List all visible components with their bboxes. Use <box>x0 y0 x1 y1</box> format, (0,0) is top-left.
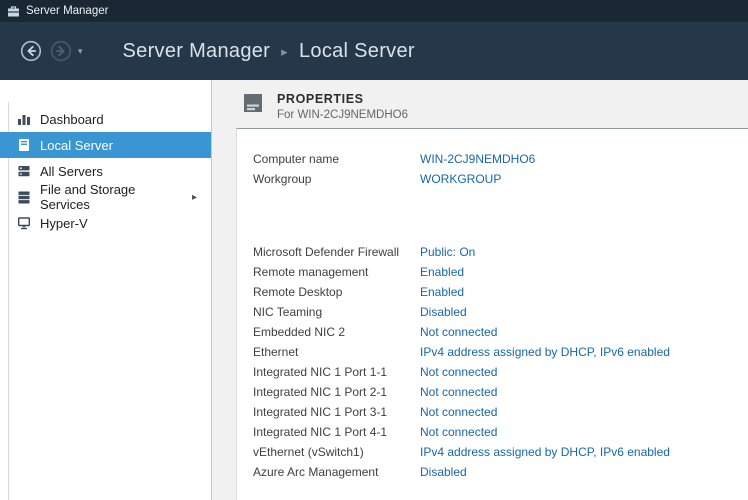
sidebar-item-label: File and Storage Services <box>40 182 183 212</box>
server-manager-window: Server Manager ▾ Server Manager ▸ Local … <box>0 0 748 500</box>
property-value-link[interactable]: Not connected <box>420 365 497 379</box>
property-label: Integrated NIC 1 Port 1-1 <box>253 365 420 379</box>
property-row: Workgroup WORKGROUP <box>253 169 748 189</box>
properties-title: PROPERTIES <box>277 92 408 106</box>
property-row: NIC Teaming Disabled <box>253 302 748 322</box>
property-label: vEthernet (vSwitch1) <box>253 445 420 459</box>
property-label: Integrated NIC 1 Port 3-1 <box>253 405 420 419</box>
titlebar: Server Manager <box>0 0 748 22</box>
property-label: Workgroup <box>253 172 420 186</box>
property-value-link[interactable]: IPv4 address assigned by DHCP, IPv6 enab… <box>420 345 670 359</box>
property-value-link[interactable]: Not connected <box>420 385 497 399</box>
property-row: Integrated NIC 1 Port 3-1 Not connected <box>253 402 748 422</box>
main-content: PROPERTIES For WIN-2CJ9NEMDHO6 Computer … <box>212 80 748 500</box>
sidebar-item-hyper-v[interactable]: Hyper-V <box>0 210 211 236</box>
sidebar-item-label: All Servers <box>40 164 103 179</box>
sidebar-item-file-storage-services[interactable]: File and Storage Services ▸ <box>0 184 211 210</box>
property-row: Integrated NIC 1 Port 1-1 Not connected <box>253 362 748 382</box>
properties-panel: Computer name WIN-2CJ9NEMDHO6 Workgroup … <box>236 128 748 500</box>
property-value-link[interactable]: Disabled <box>420 305 467 319</box>
group-gap <box>253 189 748 242</box>
property-value-link[interactable]: IPv4 address assigned by DHCP, IPv6 enab… <box>420 445 670 459</box>
property-row: Remote management Enabled <box>253 262 748 282</box>
property-value-link[interactable]: Public: On <box>420 245 475 259</box>
property-row: Azure Arc Management Disabled <box>253 462 748 482</box>
property-label: Integrated NIC 1 Port 4-1 <box>253 425 420 439</box>
properties-tile-icon <box>242 92 264 114</box>
hyper-v-icon <box>17 216 31 230</box>
property-row: vEthernet (vSwitch1) IPv4 address assign… <box>253 442 748 462</box>
sidebar-item-label: Hyper-V <box>40 216 88 231</box>
property-label: NIC Teaming <box>253 305 420 319</box>
property-row: Remote Desktop Enabled <box>253 282 748 302</box>
all-servers-icon <box>17 164 31 178</box>
property-label: Remote Desktop <box>253 285 420 299</box>
sidebar-nav: Dashboard Local Server <box>0 80 212 500</box>
forward-button-disabled[interactable] <box>50 40 72 62</box>
property-row: Microsoft Defender Firewall Public: On <box>253 242 748 262</box>
window-title: Server Manager <box>26 5 108 17</box>
property-value-link[interactable]: WIN-2CJ9NEMDHO6 <box>420 152 535 166</box>
property-value-link[interactable]: Disabled <box>420 465 467 479</box>
sidebar-item-all-servers[interactable]: All Servers <box>0 158 211 184</box>
property-label: Integrated NIC 1 Port 2-1 <box>253 385 420 399</box>
property-label: Azure Arc Management <box>253 465 420 479</box>
sidebar-item-dashboard[interactable]: Dashboard <box>0 106 211 132</box>
property-row: Computer name WIN-2CJ9NEMDHO6 <box>253 149 748 169</box>
property-value-link[interactable]: Not connected <box>420 405 497 419</box>
app-icon[interactable] <box>7 5 20 18</box>
property-row: Integrated NIC 1 Port 4-1 Not connected <box>253 422 748 442</box>
property-label: Ethernet <box>253 345 420 359</box>
property-value-link[interactable]: Not connected <box>420 325 497 339</box>
properties-subtitle: For WIN-2CJ9NEMDHO6 <box>277 109 408 121</box>
dashboard-icon <box>17 112 31 126</box>
property-row: Ethernet IPv4 address assigned by DHCP, … <box>253 342 748 362</box>
header-band: ▾ Server Manager ▸ Local Server <box>0 22 748 80</box>
sidebar-item-local-server[interactable]: Local Server <box>0 132 211 158</box>
sidebar-item-label: Local Server <box>40 138 113 153</box>
properties-header-text: PROPERTIES For WIN-2CJ9NEMDHO6 <box>277 92 408 121</box>
breadcrumb-current[interactable]: Local Server <box>299 40 415 63</box>
property-value-link[interactable]: WORKGROUP <box>420 172 501 186</box>
sidebar-item-label: Dashboard <box>40 112 104 127</box>
breadcrumb: Server Manager ▸ Local Server <box>123 40 415 63</box>
body: Dashboard Local Server <box>0 80 748 500</box>
property-label: Embedded NIC 2 <box>253 325 420 339</box>
property-row: Embedded NIC 2 Not connected <box>253 322 748 342</box>
back-button[interactable] <box>20 40 42 62</box>
property-label: Remote management <box>253 265 420 279</box>
properties-header: PROPERTIES For WIN-2CJ9NEMDHO6 <box>242 92 748 128</box>
breadcrumb-separator-icon: ▸ <box>281 42 288 60</box>
property-value-link[interactable]: Enabled <box>420 265 464 279</box>
file-storage-services-icon <box>17 190 31 204</box>
nav-dropdown-caret-icon[interactable]: ▾ <box>78 46 83 57</box>
local-server-icon <box>17 138 31 152</box>
property-value-link[interactable]: Enabled <box>420 285 464 299</box>
property-value-link[interactable]: Not connected <box>420 425 497 439</box>
property-label: Microsoft Defender Firewall <box>253 245 420 259</box>
property-row: Integrated NIC 1 Port 2-1 Not connected <box>253 382 748 402</box>
breadcrumb-root[interactable]: Server Manager <box>123 40 271 63</box>
expand-chevron-icon[interactable]: ▸ <box>192 192 197 203</box>
property-label: Computer name <box>253 152 420 166</box>
